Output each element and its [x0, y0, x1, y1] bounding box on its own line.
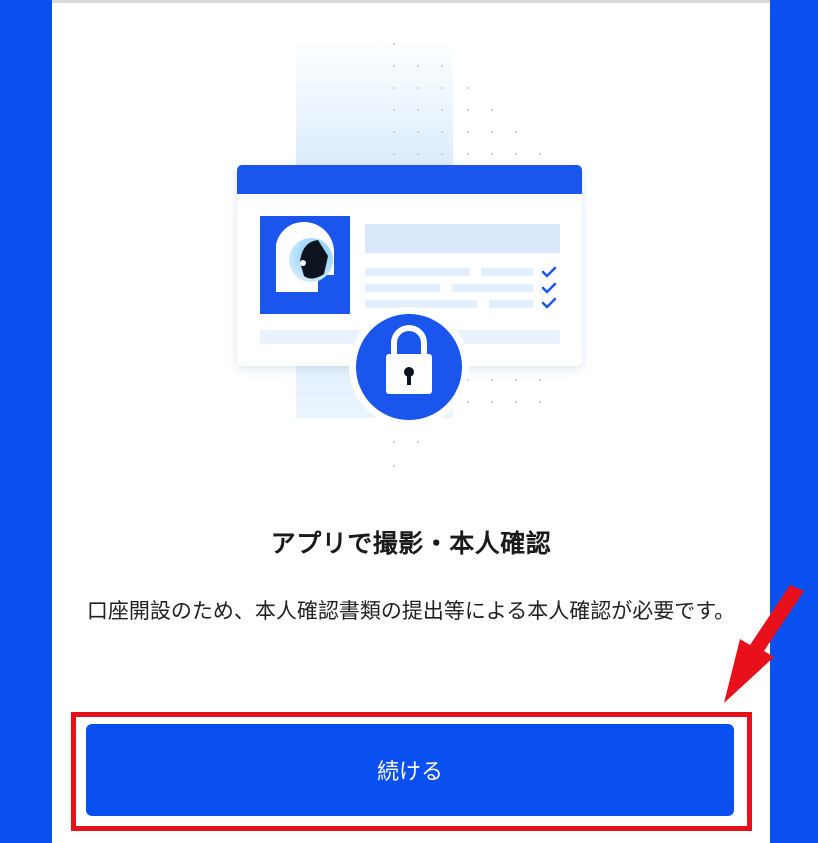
id-card-illustration — [237, 40, 582, 467]
description-text: 口座開設のため、本人確認書類の提出等による本人確認が必要です。 — [86, 599, 736, 623]
continue-button[interactable]: 続ける — [86, 724, 734, 816]
page-title: アプリで撮影・本人確認 — [270, 529, 552, 558]
red-arrow-annotation — [724, 585, 804, 703]
